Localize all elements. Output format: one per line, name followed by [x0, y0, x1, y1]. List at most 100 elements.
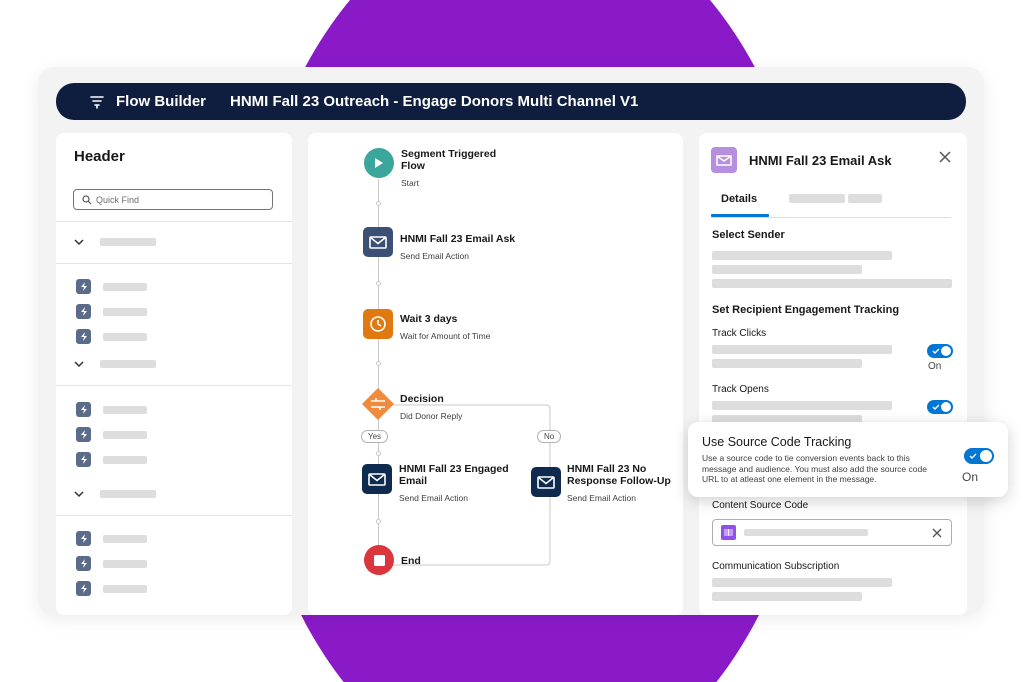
placeholder-bar: [712, 578, 892, 587]
connector-dot: [376, 361, 381, 366]
check-icon: [932, 404, 940, 410]
node-subtitle: Wait for Amount of Time: [400, 331, 491, 341]
node-title: HNMI Fall 23 Engaged Email: [399, 463, 509, 487]
top-nav-bar: Flow Builder HNMI Fall 23 Outreach - Eng…: [56, 83, 966, 120]
placeholder-bar: [100, 360, 156, 368]
track-opens-toggle[interactable]: [927, 400, 953, 414]
flow-node-no-response[interactable]: HNMI Fall 23 No Response Follow-Up Send …: [531, 463, 677, 503]
source-code-tracking-popover: Use Source Code Tracking Use a source co…: [688, 422, 1008, 497]
tab-placeholder[interactable]: [789, 194, 845, 203]
source-code-tracking-state: On: [962, 470, 979, 484]
node-title: Decision: [400, 393, 444, 405]
play-icon: [364, 148, 394, 178]
flow-node-wait[interactable]: Wait 3 days Wait for Amount of Time: [363, 309, 490, 341]
clear-icon[interactable]: [932, 528, 942, 538]
flow-node-engaged-email[interactable]: HNMI Fall 23 Engaged Email Send Email Ac…: [362, 463, 511, 503]
divider: [56, 385, 292, 386]
close-icon[interactable]: [939, 151, 951, 163]
placeholder-bar: [103, 455, 147, 464]
list-item[interactable]: [76, 427, 147, 442]
source-code-tracking-toggle[interactable]: [964, 448, 994, 464]
properties-title: HNMI Fall 23 Email Ask: [749, 152, 892, 168]
content-source-code-input[interactable]: [712, 519, 952, 546]
tab-placeholder[interactable]: [848, 194, 882, 203]
node-subtitle: Send Email Action: [567, 493, 636, 503]
tab-divider: [711, 217, 951, 218]
flow-node-end[interactable]: End: [364, 545, 421, 575]
placeholder-bar: [744, 529, 868, 536]
list-item[interactable]: [76, 279, 147, 294]
placeholder-bar: [103, 430, 147, 439]
properties-panel: HNMI Fall 23 Email Ask Details Select Se…: [699, 133, 967, 615]
flow-node-decision[interactable]: Decision Did Donor Reply: [361, 387, 462, 421]
section-toggle[interactable]: [74, 359, 156, 369]
email-icon: [711, 147, 737, 173]
placeholder-bar: [103, 534, 147, 543]
placeholder-bar: [103, 405, 147, 414]
branch-label-no[interactable]: No: [537, 430, 562, 443]
app-window: Flow Builder HNMI Fall 23 Outreach - Eng…: [38, 67, 984, 615]
divider: [56, 221, 292, 222]
track-clicks-toggle[interactable]: [927, 344, 953, 358]
email-icon: [362, 464, 392, 494]
node-subtitle: Send Email Action: [400, 251, 469, 261]
list-item[interactable]: [76, 452, 147, 467]
placeholder-bar: [100, 490, 156, 498]
placeholder-bar: [100, 238, 156, 246]
list-item[interactable]: [76, 581, 147, 596]
node-title: End: [401, 555, 421, 567]
select-sender-heading: Select Sender: [712, 229, 785, 241]
flow-builder-icon: [90, 95, 104, 109]
list-item[interactable]: [76, 402, 147, 417]
list-item[interactable]: [76, 531, 147, 546]
branch-label-yes[interactable]: Yes: [361, 430, 389, 443]
email-icon: [363, 227, 393, 257]
node-title: Wait 3 days: [400, 313, 458, 325]
check-icon: [932, 348, 940, 354]
properties-header: HNMI Fall 23 Email Ask: [711, 147, 892, 173]
node-subtitle: Did Donor Reply: [400, 411, 463, 421]
node-title: HNMI Fall 23 No Response Follow-Up: [567, 463, 671, 487]
bolt-icon: [76, 427, 91, 442]
placeholder-bar: [712, 592, 862, 601]
section-toggle[interactable]: [74, 237, 156, 247]
bolt-icon: [76, 581, 91, 596]
tab-details[interactable]: Details: [721, 193, 757, 205]
placeholder-bar: [712, 345, 892, 354]
bolt-icon: [76, 329, 91, 344]
track-opens-label: Track Opens: [712, 384, 769, 395]
barcode-icon: [721, 525, 736, 540]
connector-dot: [376, 519, 381, 524]
bolt-icon: [76, 402, 91, 417]
bolt-icon: [76, 452, 91, 467]
quick-find-input[interactable]: Quick Find: [73, 189, 273, 210]
content-source-code-label: Content Source Code: [712, 500, 809, 511]
list-item[interactable]: [76, 329, 147, 344]
chevron-down-icon: [74, 239, 84, 246]
placeholder-bar: [712, 251, 892, 260]
chevron-down-icon: [74, 491, 84, 498]
flow-canvas: Segment Triggered Flow Start HNMI Fall 2…: [308, 133, 683, 615]
bolt-icon: [76, 556, 91, 571]
engagement-heading: Set Recipient Engagement Tracking: [712, 304, 900, 316]
divider: [56, 515, 292, 516]
placeholder-bar: [712, 359, 862, 368]
placeholder-bar: [103, 282, 147, 291]
chevron-down-icon: [74, 361, 84, 368]
connector-dot: [376, 201, 381, 206]
placeholder-bar: [103, 307, 147, 316]
placeholder-bar: [103, 559, 147, 568]
stop-icon: [364, 545, 394, 575]
section-toggle[interactable]: [74, 489, 156, 499]
list-item[interactable]: [76, 304, 147, 319]
divider: [56, 263, 292, 264]
flow-node-start[interactable]: Segment Triggered Flow Start: [364, 148, 501, 188]
bolt-icon: [76, 279, 91, 294]
flow-node-email-ask[interactable]: HNMI Fall 23 Email Ask Send Email Action: [363, 227, 515, 261]
track-clicks-label: Track Clicks: [712, 328, 767, 339]
placeholder-bar: [712, 279, 952, 288]
clock-icon: [363, 309, 393, 339]
placeholder-bar: [712, 265, 862, 274]
placeholder-bar: [103, 332, 147, 341]
list-item[interactable]: [76, 556, 147, 571]
